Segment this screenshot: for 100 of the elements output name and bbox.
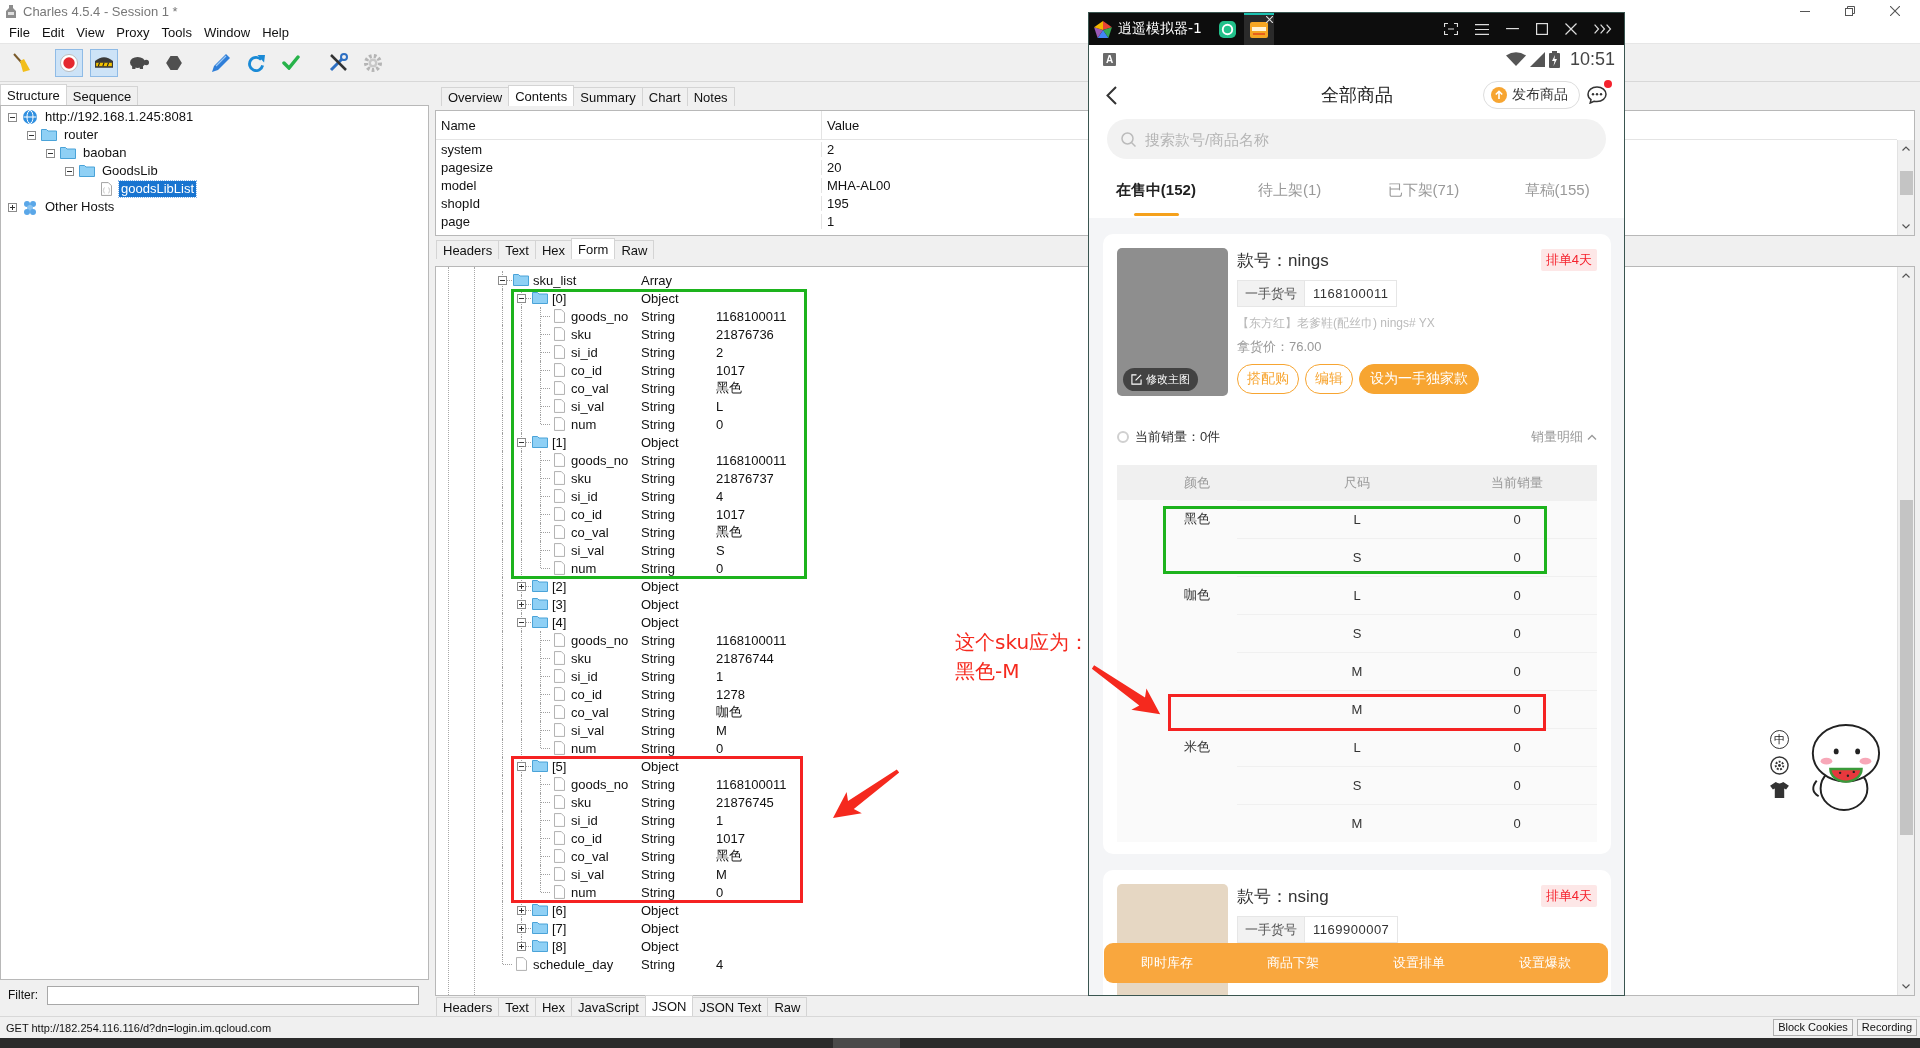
record-button[interactable]	[55, 48, 83, 77]
tab[interactable]: Raw	[767, 997, 808, 1016]
app-icon[interactable]	[1218, 20, 1236, 38]
tree-item[interactable]: http://192.168.1.245:8081	[43, 109, 196, 125]
scrollbar[interactable]	[1897, 267, 1914, 995]
collapse-icon[interactable]	[64, 166, 74, 176]
node-label[interactable]: co_val	[571, 848, 609, 864]
node-label[interactable]: co_val	[571, 380, 609, 396]
node-label[interactable]: si_id	[571, 344, 598, 360]
node-label[interactable]: [6]	[552, 902, 567, 918]
node-label[interactable]: [5]	[552, 758, 567, 774]
tab[interactable]: Headers	[436, 240, 500, 259]
node-label[interactable]: sku_list	[533, 272, 577, 288]
node-label[interactable]: si_val	[571, 722, 605, 738]
node-label[interactable]: [4]	[552, 614, 567, 630]
node-label[interactable]: schedule_day	[533, 956, 614, 972]
node-label[interactable]: goods_no	[571, 776, 629, 792]
scroll-down-icon[interactable]	[1902, 224, 1910, 229]
node-label[interactable]: si_id	[571, 812, 598, 828]
menu-item[interactable]: Help	[256, 25, 295, 40]
node-label[interactable]: co_val	[571, 524, 609, 540]
scrollbar[interactable]	[1897, 140, 1914, 235]
expand-icon[interactable]	[517, 581, 526, 591]
node-label[interactable]: co_val	[571, 704, 609, 720]
restore-icon[interactable]	[1845, 6, 1855, 16]
tab[interactable]: Raw	[614, 240, 655, 259]
node-label[interactable]: co_id	[571, 686, 603, 702]
node-label[interactable]: num	[571, 560, 597, 576]
collapse-icon[interactable]	[7, 112, 17, 122]
expand-icon[interactable]	[517, 923, 526, 933]
menu-item[interactable]: File	[3, 25, 36, 40]
menu-item[interactable]: View	[70, 25, 111, 40]
collapse-icon[interactable]	[517, 617, 526, 627]
scroll-thumb[interactable]	[1899, 500, 1913, 835]
change-image-button[interactable]: 修改主图	[1123, 368, 1198, 391]
minimize-icon[interactable]	[1800, 10, 1810, 12]
menu-item[interactable]: Proxy	[110, 25, 156, 40]
close-icon[interactable]	[1890, 6, 1900, 16]
node-label[interactable]: num	[571, 416, 597, 432]
node-label[interactable]: co_id	[571, 506, 603, 522]
menu-icon[interactable]	[1475, 23, 1489, 35]
tab[interactable]: Headers	[436, 997, 500, 1016]
app-tab[interactable]	[1243, 13, 1274, 45]
menu-item[interactable]: Tools	[155, 25, 198, 40]
publish-button[interactable]: 发布商品	[1483, 81, 1580, 109]
tab[interactable]: Contents	[508, 85, 575, 106]
scroll-up-icon[interactable]	[1902, 273, 1910, 278]
back-icon[interactable]	[1106, 85, 1117, 105]
status-button[interactable]: Block Cookies	[1773, 1019, 1853, 1036]
tree-item[interactable]: router	[62, 127, 100, 143]
menu-item[interactable]: Window	[197, 25, 257, 40]
tab[interactable]: Structure	[0, 84, 67, 105]
collapse-icon[interactable]	[517, 437, 526, 447]
node-label[interactable]: si_val	[571, 398, 605, 414]
menu-item[interactable]: Edit	[35, 25, 71, 40]
scroll-down-icon[interactable]	[1902, 984, 1910, 989]
tree-item[interactable]: goodsLibList	[119, 181, 196, 197]
tab[interactable]: JavaScript	[571, 997, 646, 1016]
scroll-thumb[interactable]	[1899, 171, 1913, 195]
node-label[interactable]: goods_no	[571, 632, 629, 648]
tree-item[interactable]: Other Hosts	[43, 199, 117, 215]
node-label[interactable]: goods_no	[571, 452, 629, 468]
tab[interactable]: Summary	[573, 87, 643, 106]
tab[interactable]: Form	[571, 238, 616, 259]
expand-icon[interactable]	[517, 599, 526, 609]
chevrons-icon[interactable]	[1594, 24, 1612, 34]
node-label[interactable]: num	[571, 884, 597, 900]
fullscreen-icon[interactable]	[1444, 23, 1458, 35]
node-label[interactable]: sku	[571, 794, 592, 810]
collapse-icon[interactable]	[517, 293, 526, 303]
node-label[interactable]: co_id	[571, 830, 603, 846]
tree-item[interactable]: GoodsLib	[100, 163, 160, 179]
chat-icon[interactable]	[1587, 86, 1607, 104]
node-label[interactable]: sku	[571, 470, 592, 486]
filter-field[interactable]	[47, 985, 419, 1005]
node-label[interactable]: goods_no	[571, 308, 629, 324]
node-label[interactable]: si_id	[571, 488, 598, 504]
node-label[interactable]: [7]	[552, 920, 567, 936]
shirt-icon[interactable]	[1770, 782, 1789, 798]
node-label[interactable]: sku	[571, 326, 592, 342]
collapse-icon[interactable]	[45, 148, 55, 158]
tab[interactable]: Notes	[686, 87, 735, 106]
node-label[interactable]: [3]	[552, 596, 567, 612]
tab[interactable]: 在售中(152)	[1089, 159, 1223, 218]
node-label[interactable]: si_id	[571, 668, 598, 684]
node-label[interactable]: sku	[571, 650, 592, 666]
collapse-icon[interactable]	[517, 761, 526, 771]
node-label[interactable]: si_val	[571, 866, 605, 882]
tree-item[interactable]: baoban	[81, 145, 129, 161]
expand-icon[interactable]	[517, 941, 526, 951]
settings-icon[interactable]	[1770, 756, 1789, 775]
expand-icon[interactable]	[7, 202, 17, 212]
search-field[interactable]: 搜索款号/商品名称	[1107, 119, 1606, 159]
throttle-button[interactable]	[90, 48, 118, 77]
scroll-up-icon[interactable]	[1902, 146, 1910, 151]
minimize-icon[interactable]	[1506, 28, 1519, 30]
node-label[interactable]: [0]	[552, 290, 567, 306]
tab[interactable]: Sequence	[65, 86, 139, 105]
collapse-icon[interactable]	[26, 130, 36, 140]
status-button[interactable]: Recording	[1856, 1019, 1917, 1036]
